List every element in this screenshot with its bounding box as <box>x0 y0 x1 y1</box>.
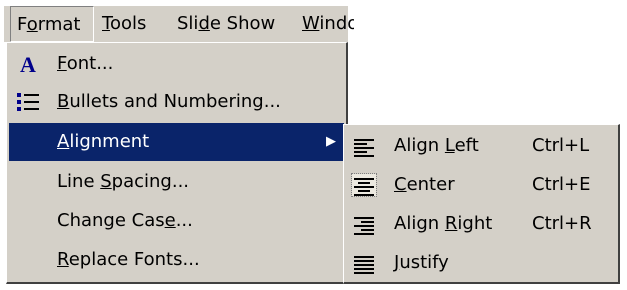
menu-item-change-case[interactable]: Change Case... <box>9 202 344 240</box>
menu-item-alignment[interactable]: Alignment ▶ <box>9 123 344 161</box>
font-icon: A <box>15 45 41 83</box>
menu-item-label: Font... <box>57 53 114 74</box>
submenu-item-label: Justify <box>394 252 449 273</box>
submenu-item-label: Center <box>394 174 455 195</box>
menu-slide-show[interactable]: Slide Show <box>171 6 281 42</box>
align-right-icon <box>352 213 376 235</box>
menu-tools[interactable]: Tools <box>96 6 152 42</box>
submenu-item-center[interactable]: Center Ctrl+E <box>346 166 616 204</box>
menu-item-label: Alignment <box>57 131 150 152</box>
shortcut-label: Ctrl+E <box>532 174 591 195</box>
submenu-item-align-right[interactable]: Align Right Ctrl+R <box>346 205 616 243</box>
alignment-submenu: Align Left Ctrl+L Center Ctrl+E Align Ri… <box>343 124 620 284</box>
menu-item-replace-fonts[interactable]: Replace Fonts... <box>9 241 344 279</box>
justify-icon <box>352 252 376 274</box>
align-left-icon <box>352 135 376 157</box>
menu-item-line-spacing[interactable]: Line Spacing... <box>9 163 344 201</box>
menu-format[interactable]: Format <box>10 6 94 42</box>
menu-item-bullets-and-numbering[interactable]: Bullets and Numbering... <box>9 83 344 121</box>
bullets-icon <box>15 83 41 121</box>
submenu-arrow-icon: ▶ <box>326 134 336 149</box>
menu-item-label: Change Case... <box>57 210 193 231</box>
submenu-item-align-left[interactable]: Align Left Ctrl+L <box>346 127 616 165</box>
shortcut-label: Ctrl+R <box>532 213 592 234</box>
menu-bar: Format Tools Slide Show Windo <box>4 6 354 42</box>
menu-item-label: Bullets and Numbering... <box>57 91 281 112</box>
menu-window[interactable]: Windo <box>296 6 354 42</box>
submenu-item-label: Align Left <box>394 135 479 156</box>
format-menu: A Font... Bullets and Numbering... Align… <box>6 42 348 284</box>
submenu-item-label: Align Right <box>394 213 493 234</box>
menu-item-label: Replace Fonts... <box>57 249 200 270</box>
submenu-item-justify[interactable]: Justify <box>346 244 616 282</box>
shortcut-label: Ctrl+L <box>532 135 590 156</box>
align-center-icon <box>351 173 377 197</box>
svg-text:A: A <box>20 52 36 77</box>
menu-item-font[interactable]: A Font... <box>9 45 344 83</box>
menu-item-label: Line Spacing... <box>57 171 190 192</box>
